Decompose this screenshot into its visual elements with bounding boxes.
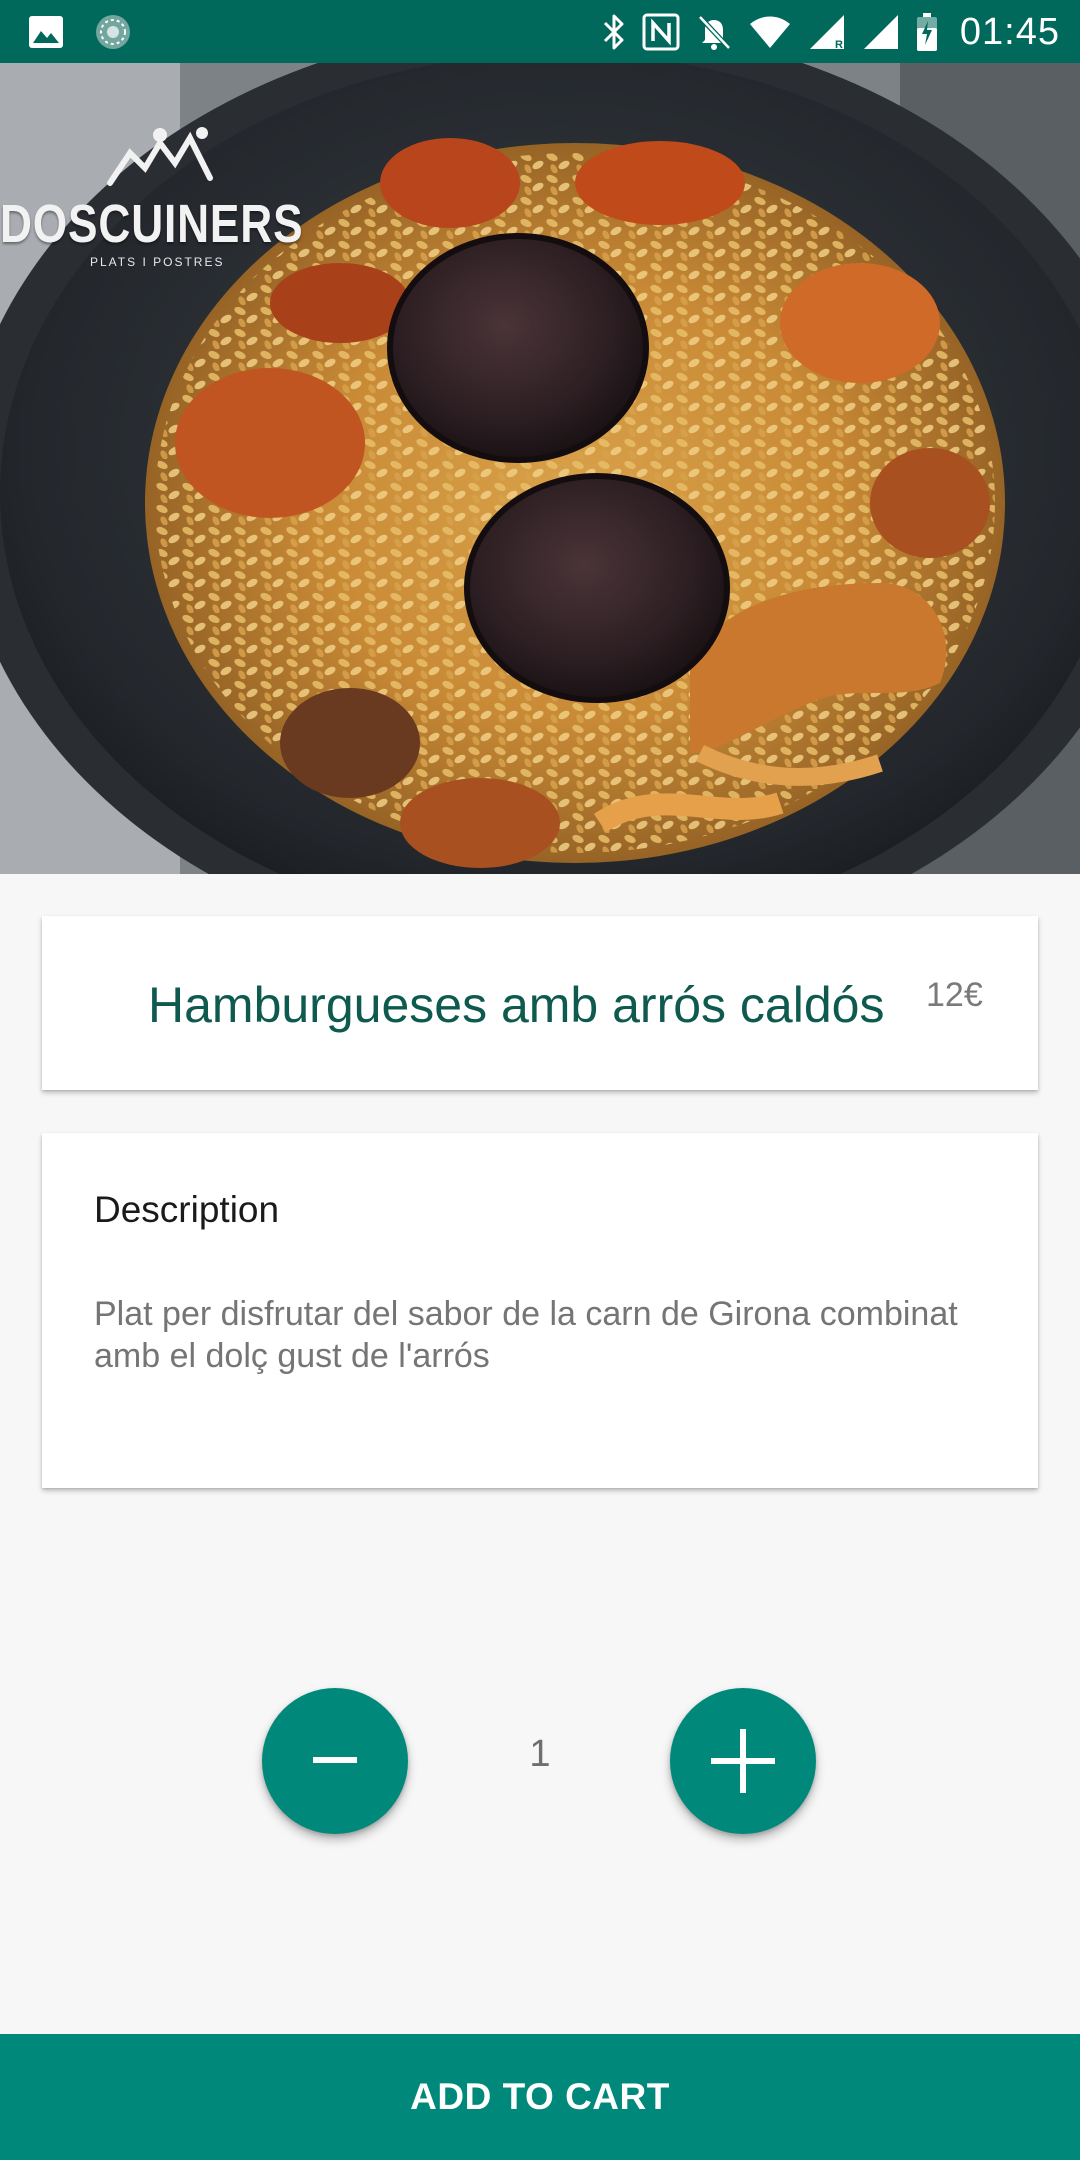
brand-logo-text: DOSCUINERS bbox=[0, 194, 304, 254]
product-title: Hamburgueses amb arrós caldós bbox=[148, 977, 885, 1033]
plus-icon bbox=[711, 1729, 775, 1793]
add-to-cart-button[interactable]: ADD TO CART bbox=[0, 2034, 1080, 2160]
minus-icon bbox=[313, 1757, 357, 1763]
wifi-icon bbox=[748, 14, 792, 50]
image-icon bbox=[28, 15, 64, 49]
svg-text:R: R bbox=[835, 39, 843, 51]
brand-logo: DOSCUINERS PLATS I POSTRES bbox=[0, 127, 303, 269]
status-bar-right-icons: R 01:45 bbox=[602, 8, 1060, 56]
sync-icon bbox=[94, 13, 132, 51]
description-card: Description Plat per disfrutar del sabor… bbox=[42, 1133, 1038, 1488]
battery-charging-icon bbox=[916, 12, 938, 52]
status-bar-left-icons bbox=[28, 13, 132, 51]
product-title-card: Hamburgueses amb arrós caldós 12€ bbox=[42, 916, 1038, 1090]
status-time: 01:45 bbox=[959, 10, 1060, 53]
decrease-quantity-button[interactable] bbox=[262, 1688, 408, 1834]
description-heading: Description bbox=[94, 1189, 280, 1230]
add-to-cart-label: ADD TO CART bbox=[410, 2076, 670, 2117]
product-image: DOSCUINERS PLATS I POSTRES bbox=[0, 63, 1080, 874]
product-price: 12€ bbox=[926, 976, 983, 1014]
status-bar: R 01:45 bbox=[0, 0, 1080, 63]
quantity-value: 1 bbox=[529, 1733, 551, 1775]
nfc-icon bbox=[642, 13, 680, 51]
signal-icon bbox=[862, 13, 900, 51]
notifications-off-icon bbox=[696, 13, 732, 51]
signal-roaming-icon: R bbox=[808, 13, 846, 51]
description-text: Plat per disfrutar del sabor de la carn … bbox=[94, 1295, 958, 1375]
brand-logo-subtitle: PLATS I POSTRES bbox=[90, 255, 225, 269]
increase-quantity-button[interactable] bbox=[670, 1688, 816, 1834]
bluetooth-icon bbox=[602, 12, 626, 52]
